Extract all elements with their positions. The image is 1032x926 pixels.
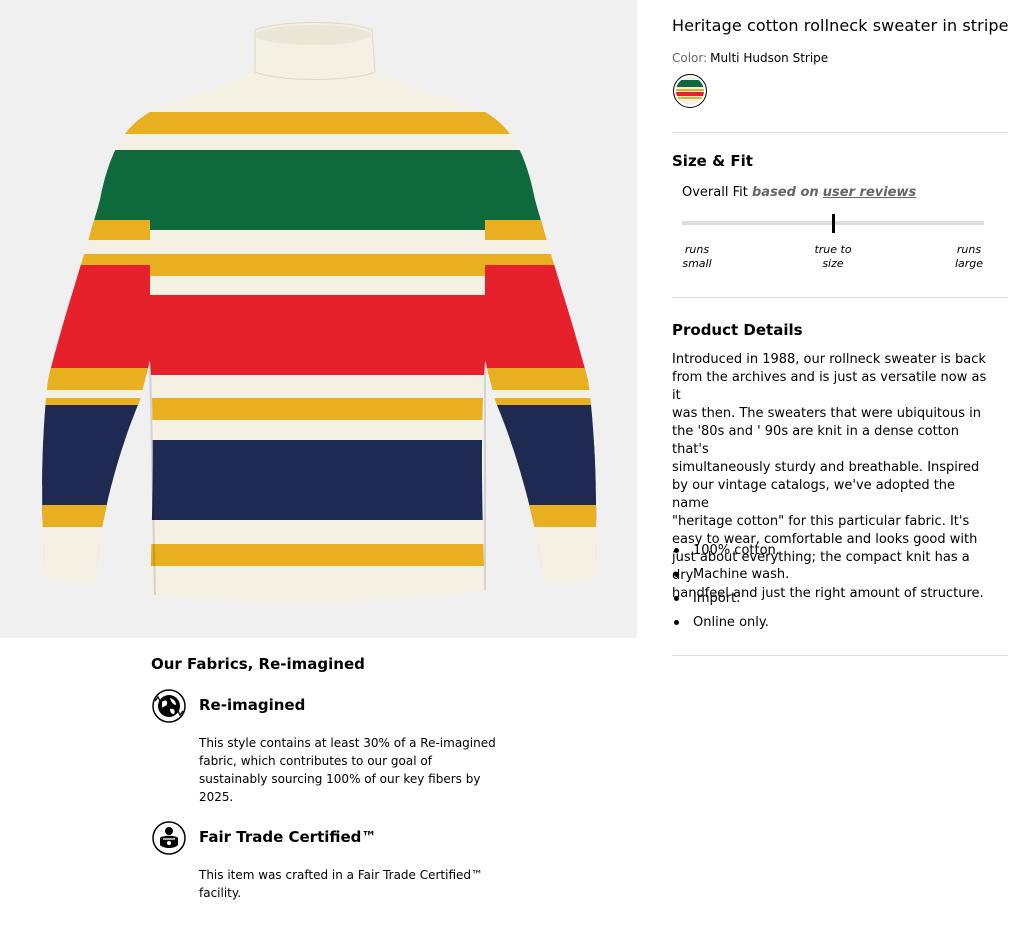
list-item: Machine wash. bbox=[672, 566, 789, 590]
text-line: 2025. bbox=[199, 790, 234, 804]
color-value: Multi Hudson Stripe bbox=[710, 51, 829, 65]
divider bbox=[672, 297, 1008, 298]
fit-label-line: large bbox=[954, 257, 984, 270]
description-line: "heritage cotton" for this particular fa… bbox=[672, 514, 970, 529]
list-item: Online only. bbox=[672, 614, 789, 638]
text-line: This item was crafted in a Fair Trade Ce… bbox=[199, 868, 484, 882]
based-on-label: based on bbox=[751, 185, 819, 200]
list-item: 100% cotton. bbox=[672, 542, 789, 566]
size-fit-heading: Size & Fit bbox=[672, 152, 753, 170]
fair-trade-text: This item was crafted in a Fair Trade Ce… bbox=[199, 866, 519, 902]
description-line: by our vintage catalogs, we've adopted t… bbox=[672, 478, 956, 511]
color-label: Color: bbox=[672, 51, 708, 65]
text-line: facility. bbox=[199, 886, 242, 900]
text-line: sustainably sourcing 100% of our key fib… bbox=[199, 772, 481, 786]
description-line: the '80s and ' 90s are knit in a dense c… bbox=[672, 424, 959, 457]
overall-fit-label: Overall Fit bbox=[682, 185, 748, 200]
reimagined-title: Re-imagined bbox=[199, 696, 306, 714]
fit-label-line: runs bbox=[684, 243, 710, 256]
product-image[interactable] bbox=[0, 0, 637, 638]
fit-scale-marker bbox=[832, 214, 835, 233]
fair-trade-title: Fair Trade Certified™ bbox=[199, 828, 377, 846]
striped-rollneck-sweater-image bbox=[42, 22, 597, 602]
fit-label-line: small bbox=[682, 257, 712, 270]
text-line: fabric, which contributes to our goal of bbox=[199, 754, 432, 768]
color-row: Color: Multi Hudson Stripe bbox=[672, 51, 828, 65]
user-reviews-link[interactable]: user reviews bbox=[823, 185, 916, 200]
color-swatch[interactable] bbox=[673, 74, 707, 108]
description-line: was then. The sweaters that were ubiquit… bbox=[672, 406, 981, 421]
fit-label-line: size bbox=[822, 257, 844, 270]
overall-fit-row: Overall Fit based on user reviews bbox=[682, 185, 916, 200]
fabrics-heading: Our Fabrics, Re-imagined bbox=[151, 655, 365, 673]
fit-label-true-to-size: true to size bbox=[803, 243, 863, 271]
fit-label-runs-large: runs large bbox=[939, 243, 999, 271]
fit-label-line: true to bbox=[814, 243, 852, 256]
fair-trade-icon bbox=[152, 821, 186, 855]
product-details-heading: Product Details bbox=[672, 321, 803, 339]
fit-label-runs-small: runs small bbox=[667, 243, 727, 271]
description-line: from the archives and is just as versati… bbox=[672, 370, 987, 403]
list-item: Import. bbox=[672, 590, 789, 614]
multi-hudson-stripe-swatch bbox=[676, 77, 704, 105]
description-line: Introduced in 1988, our rollneck sweater… bbox=[672, 352, 986, 367]
globe-recycle-icon bbox=[152, 689, 186, 723]
text-line: This style contains at least 30% of a Re… bbox=[199, 736, 496, 750]
divider bbox=[672, 132, 1008, 133]
divider bbox=[672, 655, 1008, 656]
product-title: Heritage cotton rollneck sweater in stri… bbox=[672, 16, 1009, 35]
description-line: simultaneously sturdy and breathable. In… bbox=[672, 460, 980, 475]
fit-label-line: runs bbox=[956, 243, 982, 256]
details-bullet-list: 100% cotton. Machine wash. Import. Onlin… bbox=[672, 542, 789, 638]
reimagined-text: This style contains at least 30% of a Re… bbox=[199, 734, 519, 806]
